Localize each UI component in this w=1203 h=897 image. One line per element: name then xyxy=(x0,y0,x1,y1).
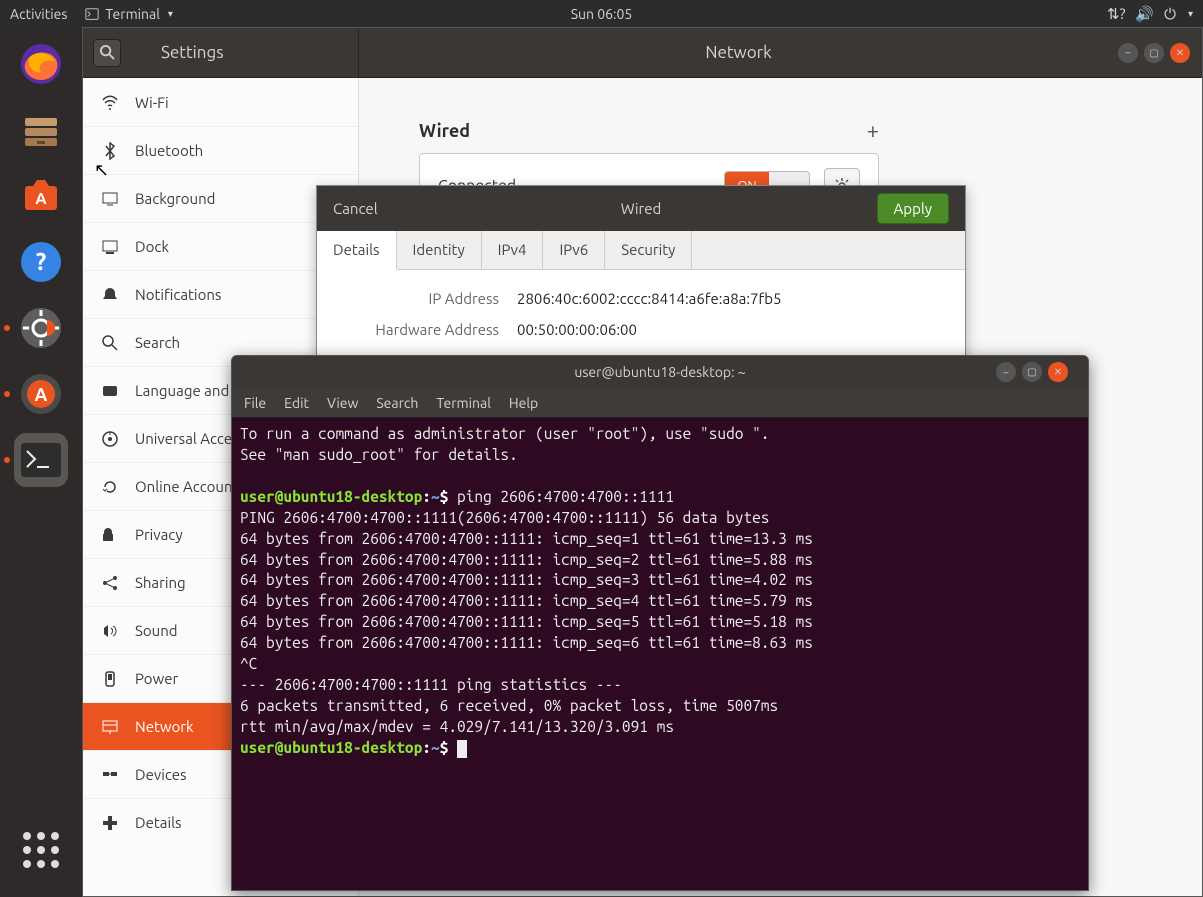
close-button[interactable]: ✕ xyxy=(1170,43,1190,63)
sidebar-icon xyxy=(101,190,119,208)
terminal-menu-terminal[interactable]: Terminal xyxy=(436,395,491,411)
sidebar-icon xyxy=(101,622,119,640)
sidebar-item-bluetooth[interactable]: Bluetooth xyxy=(83,126,358,174)
dock-help[interactable]: ? xyxy=(14,235,68,289)
detail-label: Hardware Address xyxy=(347,321,517,338)
settings-page-title: Network xyxy=(359,43,1118,62)
detail-value: 2806:40c:6002:cccc:8414:a6fe:a8a:7fb5 xyxy=(517,290,781,307)
sidebar-item-label: Notifications xyxy=(135,286,221,303)
sidebar-icon xyxy=(101,670,119,688)
app-menu-label: Terminal xyxy=(105,6,160,22)
sidebar-item-label: Wi-Fi xyxy=(135,94,169,111)
sidebar-icon xyxy=(101,238,119,256)
terminal-menu-view[interactable]: View xyxy=(327,395,358,411)
dock-apps-grid[interactable] xyxy=(14,823,68,877)
volume-icon[interactable]: 🔊 xyxy=(1135,5,1154,23)
sidebar-item-label: Online Accounts xyxy=(135,478,245,495)
sidebar-item-label: Sharing xyxy=(135,574,186,591)
sidebar-icon xyxy=(101,814,119,832)
terminal-icon xyxy=(85,7,99,21)
svg-text:A: A xyxy=(35,385,48,405)
detail-value: 00:50:00:00:06:00 xyxy=(517,321,637,338)
sidebar-icon xyxy=(101,766,119,784)
sidebar-icon xyxy=(101,718,119,736)
svg-text:?: ? xyxy=(36,248,47,275)
settings-titlebar: Settings Network – ▢ ✕ xyxy=(83,28,1202,78)
tab-security[interactable]: Security xyxy=(605,231,692,269)
dock-firefox[interactable] xyxy=(14,37,68,91)
dock-files[interactable] xyxy=(14,103,68,157)
minimize-button[interactable]: – xyxy=(1118,43,1138,63)
sidebar-item-label: Dock xyxy=(135,238,169,255)
sidebar-icon xyxy=(101,142,119,160)
sidebar-item-wi-fi[interactable]: Wi-Fi xyxy=(83,78,358,126)
sidebar-icon xyxy=(101,286,119,304)
sidebar-item-label: Bluetooth xyxy=(135,142,203,159)
sidebar-item-label: Devices xyxy=(135,766,187,783)
sidebar-icon xyxy=(101,526,119,544)
tab-identity[interactable]: Identity xyxy=(397,231,482,269)
sidebar-icon xyxy=(101,574,119,592)
sidebar-item-label: Universal Access xyxy=(135,430,245,447)
terminal-body[interactable]: To run a command as administrator (user … xyxy=(232,418,1088,890)
sidebar-icon xyxy=(101,93,119,111)
detail-label: IP Address xyxy=(347,290,517,307)
terminal-title: user@ubuntu18-desktop: ~ xyxy=(574,364,745,380)
detail-row: IP Address2806:40c:6002:cccc:8414:a6fe:a… xyxy=(347,290,935,307)
dialog-tabs: DetailsIdentityIPv4IPv6Security xyxy=(317,231,965,270)
sidebar-item-label: Background xyxy=(135,190,215,207)
terminal-menubar: File Edit View Search Terminal Help xyxy=(232,388,1088,418)
tab-ipv4[interactable]: IPv4 xyxy=(482,231,544,269)
tab-details[interactable]: Details xyxy=(317,231,397,270)
terminal-menu-help[interactable]: Help xyxy=(509,395,538,411)
terminal-window: user@ubuntu18-desktop: ~ – ▢ ✕ File Edit V… xyxy=(231,355,1089,891)
sidebar-item-label: Network xyxy=(135,718,194,735)
maximize-button[interactable]: ▢ xyxy=(1144,43,1164,63)
dock-terminal[interactable] xyxy=(14,433,68,487)
add-connection-button[interactable]: + xyxy=(867,118,879,143)
settings-title: Settings xyxy=(161,43,224,62)
tab-ipv6[interactable]: IPv6 xyxy=(543,231,605,269)
sidebar-icon xyxy=(101,430,119,448)
terminal-menu-edit[interactable]: Edit xyxy=(284,395,309,411)
activities-button[interactable]: Activities xyxy=(10,6,67,22)
settings-search-button[interactable] xyxy=(93,39,121,67)
terminal-close-button[interactable]: ✕ xyxy=(1048,362,1068,382)
terminal-titlebar: user@ubuntu18-desktop: ~ – ▢ ✕ xyxy=(232,356,1088,388)
sidebar-item-label: Sound xyxy=(135,622,178,639)
gnome-top-panel: Activities Terminal ▾ Sun 06:05 ⇅? 🔊 ⏻ ▾ xyxy=(0,0,1203,27)
dock-settings-gear[interactable] xyxy=(14,301,68,355)
system-menu-dropdown-icon[interactable]: ▾ xyxy=(1188,8,1193,20)
terminal-minimize-button[interactable]: – xyxy=(996,362,1016,382)
app-menu[interactable]: Terminal ▾ xyxy=(85,6,173,22)
svg-text:A: A xyxy=(35,190,47,208)
sidebar-icon xyxy=(101,478,119,496)
wired-dialog: Cancel Wired Apply DetailsIdentityIPv4IP… xyxy=(316,185,966,379)
clock[interactable]: Sun 06:05 xyxy=(571,6,633,22)
sidebar-item-label: Power xyxy=(135,670,178,687)
wired-section-title: Wired xyxy=(419,121,470,141)
dropdown-icon: ▾ xyxy=(168,8,173,20)
dock-software[interactable]: A xyxy=(14,169,68,223)
sidebar-item-label: Privacy xyxy=(135,526,183,543)
sidebar-icon xyxy=(101,382,119,400)
power-icon[interactable]: ⏻ xyxy=(1164,5,1176,23)
sidebar-item-label: Details xyxy=(135,814,182,831)
cancel-button[interactable]: Cancel xyxy=(333,200,378,217)
apply-button[interactable]: Apply xyxy=(877,193,949,224)
dock-updater[interactable]: A xyxy=(14,367,68,421)
dock: A ? A xyxy=(0,27,82,897)
sidebar-icon xyxy=(101,334,119,352)
terminal-menu-search[interactable]: Search xyxy=(376,395,418,411)
terminal-maximize-button[interactable]: ▢ xyxy=(1022,362,1042,382)
terminal-menu-file[interactable]: File xyxy=(244,395,266,411)
network-status-icon[interactable]: ⇅? xyxy=(1107,5,1125,23)
sidebar-item-label: Search xyxy=(135,334,180,351)
dialog-title: Wired xyxy=(621,200,662,217)
detail-row: Hardware Address00:50:00:00:06:00 xyxy=(347,321,935,338)
search-icon xyxy=(100,45,115,60)
